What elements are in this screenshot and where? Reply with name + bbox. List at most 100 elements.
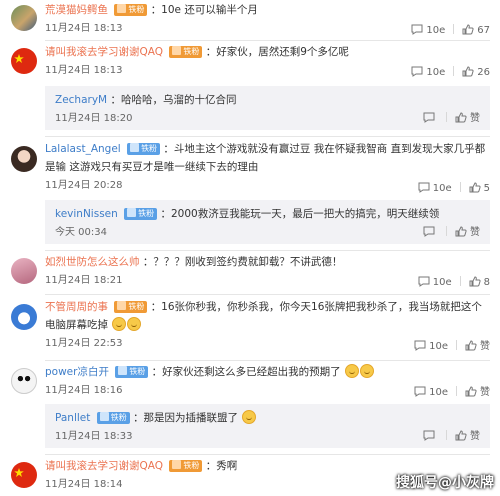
fan-badge: 铁粉 (115, 366, 149, 378)
thumbs-up-icon (455, 112, 467, 123)
thumbs-up-icon (455, 430, 467, 441)
reply-icon (411, 24, 423, 35)
comment-text: ：？？？刚收到签约费就卸载？不讲武德！ (142, 256, 343, 268)
reply-icon (418, 182, 430, 193)
watermark: 搜狐号@小灰牌 (396, 475, 494, 491)
reply-actions: 赞 (423, 112, 480, 126)
avatar[interactable] (11, 368, 37, 394)
reply-icon (423, 112, 435, 123)
comment-item: power凉白开 铁粉 ：好家伙还剩这么多已经超出我的预期了 11月24日 18… (0, 364, 500, 400)
smiling-emoji-icon (345, 364, 359, 378)
reply-icon (414, 340, 426, 351)
divider (45, 40, 490, 41)
thumbs-up-icon (469, 182, 481, 193)
comment-item: 如烈世防怎么这么帅 ：？？？刚收到签约费就卸载？不讲武德！ 11月24日 18:… (0, 254, 500, 290)
thumbs-up-icon (455, 226, 467, 237)
thumbs-up-icon (465, 340, 477, 351)
reply-icon (423, 226, 435, 237)
avatar[interactable] (11, 462, 37, 488)
reply-text: ：哈哈哈，乌溜的十亿合同 (110, 94, 237, 106)
reply-time: 11月24日 18:33 (55, 431, 133, 442)
comment-actions: 10e 赞 (414, 386, 490, 400)
like-button[interactable]: 5 (469, 182, 490, 196)
reply-button[interactable]: 10e (418, 276, 452, 290)
comment-text: ：10e 还可以输半个月 (150, 4, 258, 16)
divider (45, 294, 490, 295)
reply-username[interactable]: ZecharyM (55, 94, 107, 106)
reply-time: 今天 00:34 (55, 227, 107, 238)
comment-actions: 10e 5 (418, 182, 490, 196)
like-button[interactable]: 赞 (465, 340, 490, 354)
avatar[interactable] (11, 258, 37, 284)
avatar[interactable] (11, 304, 37, 330)
reply-button[interactable]: 10e (414, 386, 448, 400)
comment-username[interactable]: 荒漠猫妈鳄鱼 (45, 4, 108, 16)
reply-time: 11月24日 18:20 (55, 113, 133, 124)
like-button[interactable]: 67 (462, 24, 490, 38)
like-button[interactable]: 26 (462, 66, 490, 80)
laughing-emoji-icon (112, 317, 127, 331)
comment-username[interactable]: 请叫我滚去学习谢谢QAQ (45, 46, 163, 58)
fan-badge: 铁粉 (96, 412, 130, 424)
comment-item: 不管周周的事 铁粉 ：16张你秒我，你秒杀我，你今天16张牌把我秒杀了，我当场就… (0, 298, 500, 354)
reply-button[interactable]: 10e (418, 182, 452, 196)
thumbs-up-icon (462, 66, 474, 77)
like-button[interactable]: 赞 (455, 112, 480, 126)
avatar[interactable] (11, 5, 37, 31)
reply-button[interactable] (423, 430, 438, 444)
reply-block: ZecharyM ：哈哈哈，乌溜的十亿合同 11月24日 18:20 赞 (45, 86, 490, 130)
reply-button[interactable] (423, 112, 438, 126)
reply-block: kevinNissen 铁粉 ：2000救济豆我能玩一天，最后一把大的搞完，明天… (45, 200, 490, 244)
comment-actions: 10e 赞 (414, 340, 490, 354)
reply-actions: 赞 (423, 430, 480, 444)
thumbs-up-icon (465, 386, 477, 397)
thumbs-up-icon (469, 276, 481, 287)
comment-username[interactable]: power凉白开 (45, 366, 109, 378)
comment-item: 请叫我滚去学习谢谢QAQ 铁粉 ：好家伙，居然还剩9个多亿呢 11月24日 18… (0, 44, 500, 80)
reply-username[interactable]: Panllet (55, 412, 90, 424)
fan-badge: 铁粉 (124, 208, 158, 220)
reply-text: ：那是因为插播联盟了 (133, 412, 239, 424)
divider (45, 454, 490, 455)
reply-icon (418, 276, 430, 287)
like-button[interactable]: 8 (469, 276, 490, 290)
avatar[interactable] (11, 48, 37, 74)
comment-actions: 10e 8 (418, 276, 490, 290)
fan-badge: 铁粉 (127, 143, 161, 155)
smiling-emoji-icon (360, 364, 374, 378)
divider (45, 360, 490, 361)
comment-username[interactable]: 请叫我滚去学习谢谢QAQ (45, 460, 163, 472)
reply-button[interactable]: 10e (411, 24, 445, 38)
comment-feed: 荒漠猫妈鳄鱼 铁粉 ：10e 还可以输半个月 11月24日 18:13 10e 6… (0, 0, 500, 496)
fan-badge: 铁粉 (169, 460, 203, 472)
fan-badge: 铁粉 (169, 46, 203, 58)
comment-text: ：秀啊 (205, 460, 238, 472)
divider (45, 250, 490, 251)
like-button[interactable]: 赞 (465, 386, 490, 400)
comment-username[interactable]: 如烈世防怎么这么帅 (45, 256, 140, 268)
smiling-emoji-icon (242, 410, 257, 424)
thumbs-up-icon (462, 24, 474, 35)
comment-text: ：16张你秒我，你秒杀我，你今天16张牌把我秒杀了，我当场就把这个电脑屏幕吃掉 (45, 301, 482, 331)
comment-username[interactable]: 不管周周的事 (45, 301, 108, 313)
reply-icon (423, 430, 435, 441)
fan-badge: 铁粉 (114, 4, 148, 16)
reply-username[interactable]: kevinNissen (55, 208, 118, 220)
reply-button[interactable]: 10e (411, 66, 445, 80)
reply-icon (411, 66, 423, 77)
comment-actions: 10e 26 (411, 66, 490, 80)
reply-button[interactable] (423, 226, 438, 240)
fan-badge: 铁粉 (114, 301, 148, 313)
like-button[interactable]: 赞 (455, 430, 480, 444)
avatar[interactable] (11, 146, 37, 172)
reply-actions: 赞 (423, 226, 480, 240)
like-button[interactable]: 赞 (455, 226, 480, 240)
comment-actions: 10e 67 (411, 24, 490, 38)
divider (45, 136, 490, 137)
laughing-emoji-icon (127, 317, 142, 331)
comment-username[interactable]: Lalalast_Angel (45, 143, 121, 155)
reply-button[interactable]: 10e (414, 340, 448, 354)
reply-text: ：2000救济豆我能玩一天，最后一把大的搞完，明天继续领 (160, 208, 440, 220)
comment-text: ：好家伙还剩这么多已经超出我的预期了 (151, 366, 341, 378)
reply-block: Panllet 铁粉 ：那是因为插播联盟了 11月24日 18:33 赞 (45, 404, 490, 448)
